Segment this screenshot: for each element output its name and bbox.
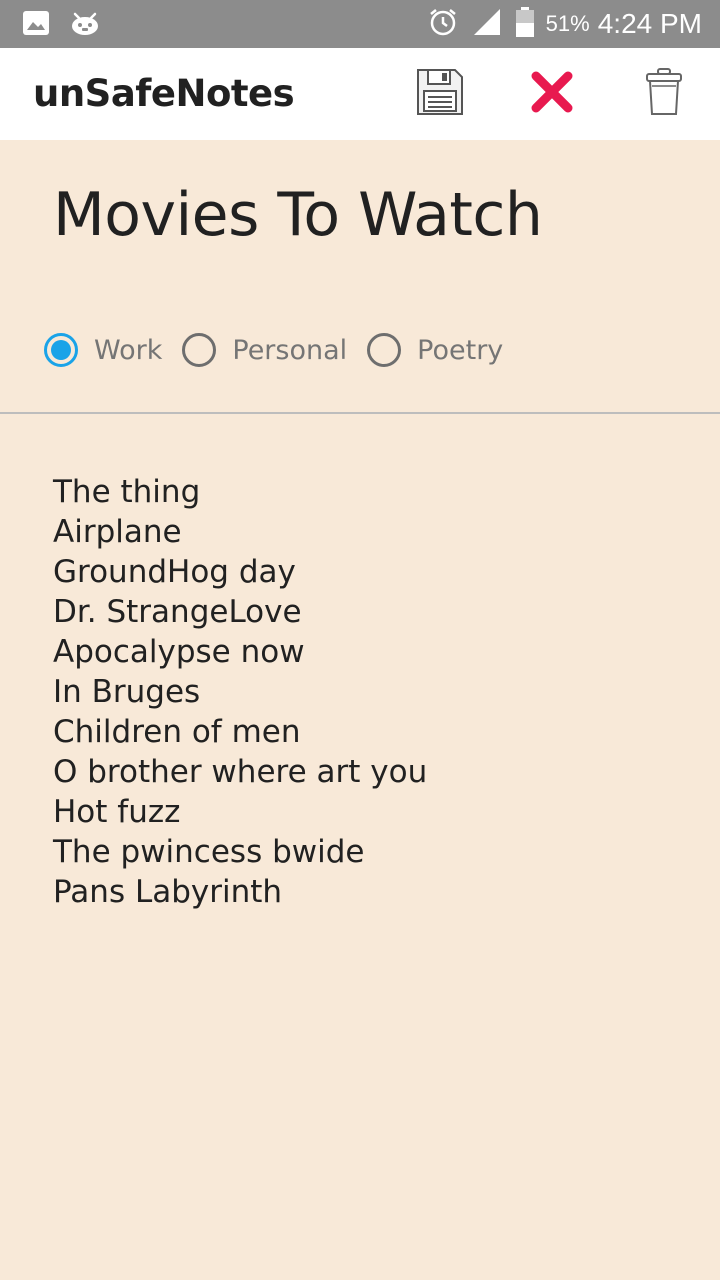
radio-work[interactable]: Work	[44, 333, 162, 367]
divider	[0, 412, 720, 414]
radio-label-work: Work	[94, 334, 163, 366]
android-debug-icon	[70, 10, 100, 41]
signal-icon	[472, 7, 502, 42]
delete-button[interactable]	[632, 62, 696, 126]
radio-button-unchecked[interactable]	[182, 333, 217, 367]
note-line: Children of men	[53, 714, 301, 750]
app-title: unSafeNotes	[33, 72, 295, 115]
app-bar: unSafeNotes	[0, 48, 720, 140]
save-button[interactable]	[408, 62, 472, 126]
note-body-editor[interactable]: The thing Airplane GroundHog day Dr. Str…	[53, 472, 693, 912]
clock-time: 4:24 PM	[597, 8, 702, 39]
note-line: Apocalypse now	[53, 634, 305, 670]
category-radio-group: Work Personal Poetry	[44, 329, 523, 371]
battery-icon	[515, 6, 534, 42]
note-line: O brother where art you	[53, 754, 428, 790]
radio-button-unchecked[interactable]	[367, 333, 402, 367]
note-line: Pans Labyrinth	[53, 874, 283, 910]
note-title[interactable]: Movies To Watch	[53, 180, 543, 250]
image-icon	[22, 10, 50, 41]
radio-label-poetry: Poetry	[417, 334, 504, 366]
save-icon	[415, 67, 465, 122]
note-line: The pwincess bwide	[53, 834, 365, 870]
radio-personal[interactable]: Personal	[182, 333, 347, 367]
note-line: The thing	[53, 474, 201, 510]
note-line: Dr. StrangeLove	[53, 594, 302, 630]
trash-icon	[644, 67, 684, 122]
close-icon	[530, 70, 574, 119]
radio-button-checked[interactable]	[44, 333, 78, 367]
alarm-icon	[428, 7, 458, 42]
note-line: In Bruges	[53, 674, 201, 710]
note-line: GroundHog day	[53, 554, 296, 590]
radio-poetry[interactable]: Poetry	[367, 333, 503, 367]
status-bar: 51% 4:24 PM	[0, 0, 720, 48]
battery-percent: 51%	[545, 11, 590, 36]
radio-label-personal: Personal	[232, 334, 348, 366]
note-line: Airplane	[53, 514, 182, 550]
close-button[interactable]	[520, 62, 584, 126]
note-line: Hot fuzz	[53, 794, 181, 830]
